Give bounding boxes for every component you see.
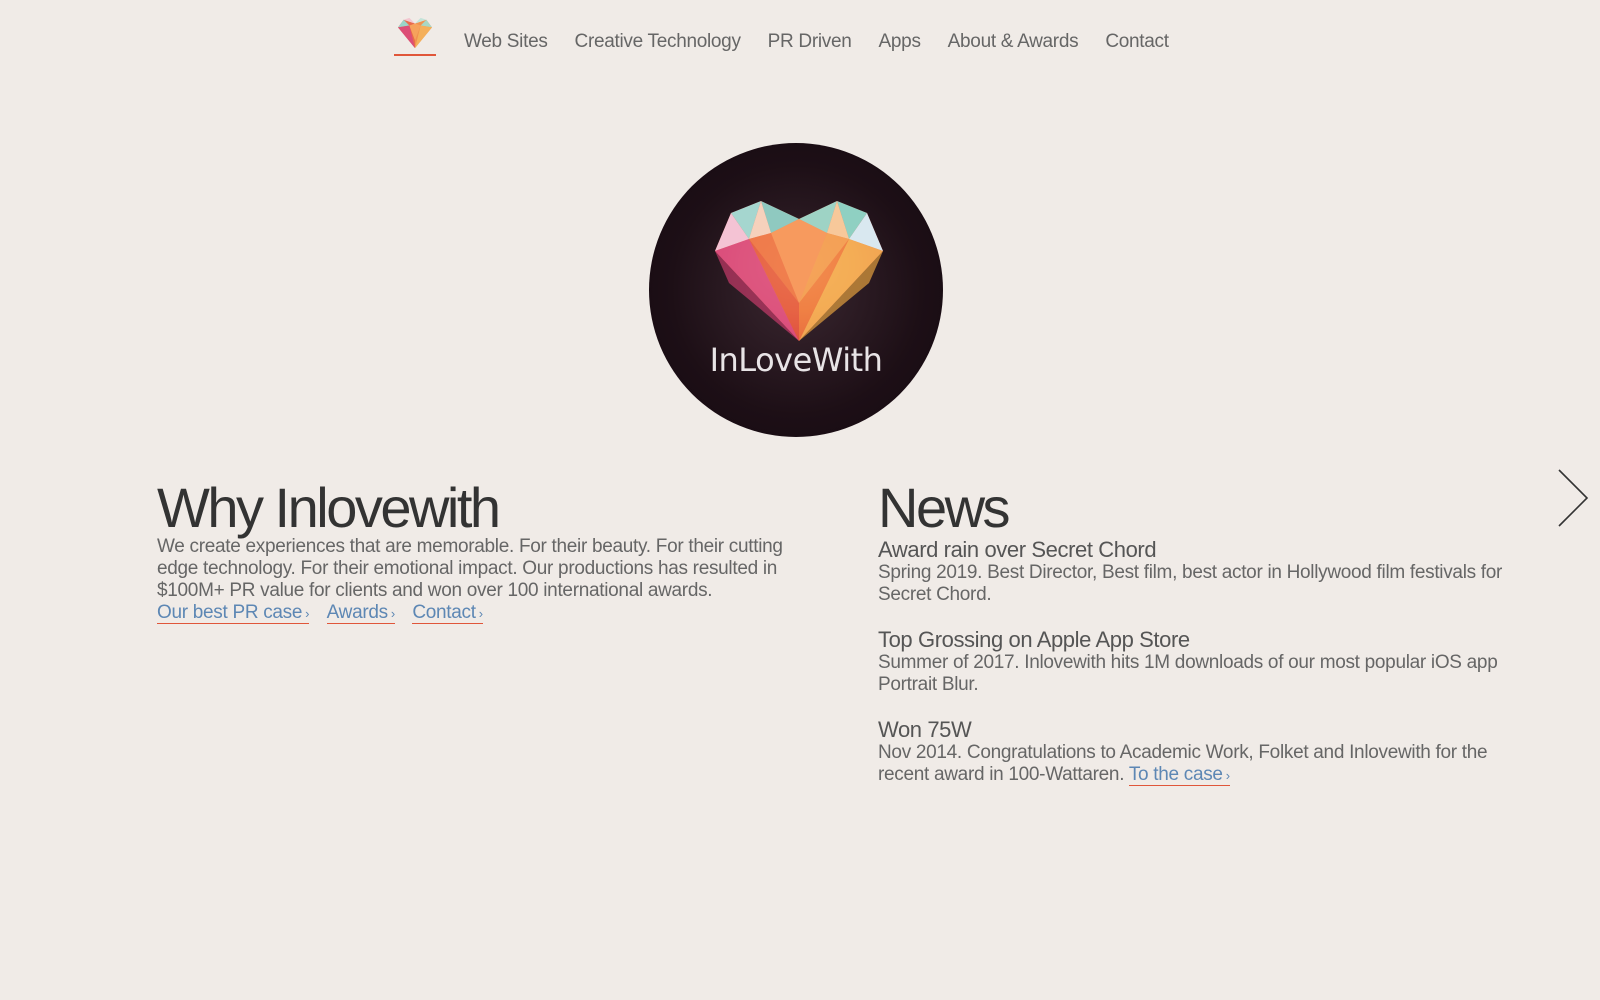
news-item: Top Grossing on Apple App Store Summer o… xyxy=(878,628,1528,696)
nav-pr-driven[interactable]: PR Driven xyxy=(768,16,852,53)
hero-logo: InLoveWith xyxy=(649,143,943,437)
best-pr-case-link[interactable]: Our best PR case › xyxy=(157,602,309,624)
news-item-body: Summer of 2017. Inlovewith hits 1M downl… xyxy=(878,652,1498,695)
why-body: We create experiences that are memorable… xyxy=(157,536,783,601)
news-item-title: Top Grossing on Apple App Store xyxy=(878,627,1190,652)
news-heading: News xyxy=(878,476,1011,539)
chevron-right-icon: › xyxy=(478,606,483,621)
awards-link[interactable]: Awards › xyxy=(326,602,395,624)
nav-apps[interactable]: Apps xyxy=(879,16,921,53)
why-section: Why Inlovewith We create experiences tha… xyxy=(157,478,817,625)
to-the-case-link[interactable]: To the case › xyxy=(1128,764,1230,786)
link-label: Awards xyxy=(326,602,389,623)
heart-gem-icon xyxy=(398,17,432,49)
nav-contact[interactable]: Contact xyxy=(1105,16,1169,53)
news-item-body-wrap: Nov 2014. Congratulations to Academic Wo… xyxy=(878,742,1518,787)
chevron-right-icon xyxy=(1558,469,1589,527)
news-item-title: Won 75W xyxy=(878,717,972,742)
chevron-right-icon: › xyxy=(1225,768,1230,783)
hero-logo-text: InLoveWith xyxy=(709,341,883,379)
news-item-body: Spring 2019. Best Director, Best film, b… xyxy=(878,562,1503,605)
news-item: Won 75W Nov 2014. Congratulations to Aca… xyxy=(878,718,1528,787)
crystal-heart-icon xyxy=(715,201,883,341)
chevron-right-icon: › xyxy=(305,606,310,621)
next-slide-button[interactable] xyxy=(1555,468,1591,528)
link-label: Our best PR case xyxy=(157,602,303,623)
news-item-title: Award rain over Secret Chord xyxy=(878,537,1157,562)
news-item: Award rain over Secret Chord Spring 2019… xyxy=(878,538,1528,606)
chevron-right-icon: › xyxy=(390,606,395,621)
why-links: Our best PR case › Awards › Contact › xyxy=(157,602,817,625)
contact-link[interactable]: Contact › xyxy=(412,602,483,624)
why-heading: Why Inlovewith xyxy=(157,476,501,539)
news-section: News Award rain over Secret Chord Spring… xyxy=(878,478,1528,787)
nav-web-sites[interactable]: Web Sites xyxy=(464,16,548,53)
link-label: Contact xyxy=(412,602,476,623)
main-nav: Web Sites Creative Technology PR Driven … xyxy=(394,16,1196,56)
nav-creative-technology[interactable]: Creative Technology xyxy=(575,16,741,53)
nav-about-awards[interactable]: About & Awards xyxy=(948,16,1079,53)
home-logo-link[interactable] xyxy=(394,16,436,56)
link-label: To the case xyxy=(1128,764,1223,785)
